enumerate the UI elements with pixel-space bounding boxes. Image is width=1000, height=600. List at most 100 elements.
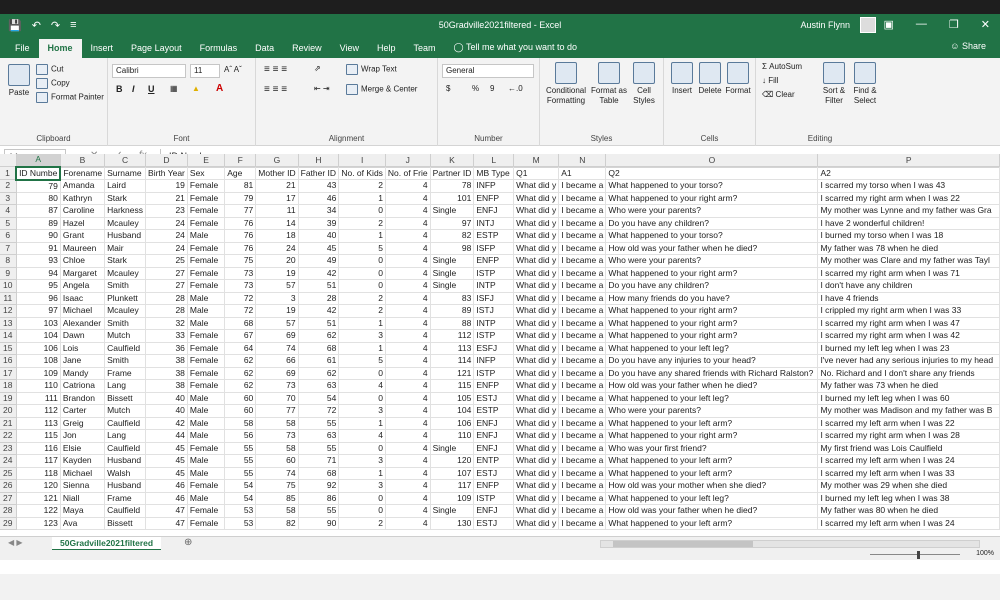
close-icon[interactable]: ✕ — [981, 18, 990, 31]
cell[interactable]: ISTP — [473, 492, 515, 505]
cell[interactable]: 110 — [16, 379, 61, 393]
cell[interactable]: Caulfield — [104, 417, 147, 430]
autosum-button[interactable]: Σ AutoSum — [762, 62, 802, 71]
tab-home[interactable]: Home — [38, 39, 82, 58]
cell[interactable]: 28 — [145, 292, 188, 305]
cell[interactable]: 40 — [145, 404, 188, 418]
cell[interactable]: 80 — [16, 192, 61, 205]
cell[interactable]: 58 — [255, 442, 299, 455]
cell[interactable]: 46 — [298, 192, 340, 205]
cell[interactable]: I became a — [558, 292, 607, 305]
cell[interactable]: I became a — [558, 179, 607, 193]
cell[interactable]: Michael — [60, 304, 106, 318]
cell[interactable]: What did y — [513, 229, 560, 243]
cell[interactable]: 112 — [430, 329, 475, 343]
cell[interactable]: Kayden — [60, 454, 106, 468]
cell[interactable]: 1 — [338, 229, 386, 243]
top-align-icon[interactable]: ≡ ≡ ≡ — [264, 64, 287, 75]
grow-font-icon[interactable]: Aˆ Aˇ — [224, 65, 242, 74]
number-format-select[interactable]: General — [442, 64, 534, 78]
cell[interactable]: I became a — [558, 279, 607, 293]
cell[interactable]: 63 — [298, 429, 340, 443]
cell[interactable]: 73 — [224, 267, 257, 280]
cell[interactable]: 47 — [145, 517, 188, 530]
cell[interactable]: What did y — [513, 204, 560, 218]
row-header[interactable]: 21 — [0, 417, 17, 430]
format-cells-button[interactable]: Format — [724, 62, 752, 95]
cell[interactable]: 97 — [430, 217, 475, 230]
cell[interactable]: 40 — [298, 229, 340, 243]
cell[interactable]: ISTJ — [473, 304, 515, 318]
cell[interactable]: 62 — [224, 367, 257, 380]
cell[interactable]: Husband — [104, 229, 147, 243]
cell[interactable]: Male — [187, 292, 226, 305]
cell[interactable]: 85 — [255, 492, 299, 505]
cell[interactable]: 42 — [298, 304, 340, 318]
cell[interactable]: I became a — [558, 504, 607, 518]
cell[interactable]: 82 — [430, 229, 475, 243]
cell[interactable]: 53 — [224, 504, 257, 518]
cell[interactable]: 76 — [224, 217, 257, 230]
cell[interactable]: Caroline — [60, 204, 106, 218]
cell[interactable]: Q1 — [513, 166, 560, 180]
format-painter-button[interactable]: Format Painter — [36, 92, 104, 103]
cell[interactable]: 101 — [430, 192, 475, 205]
cell[interactable]: 4 — [385, 242, 431, 255]
cell[interactable]: 97 — [16, 304, 61, 318]
cell[interactable]: 3 — [338, 454, 386, 468]
cell[interactable]: How old was your father when he died? — [605, 504, 819, 518]
clear-button[interactable]: ⌫ Clear — [762, 90, 795, 99]
fill-button[interactable]: ↓ Fill — [762, 76, 778, 85]
cell[interactable]: Husband — [104, 454, 147, 468]
cell[interactable]: 2 — [338, 304, 386, 318]
conditional-formatting-button[interactable]: Conditional Formatting — [544, 62, 588, 106]
cell[interactable]: Male — [187, 492, 226, 505]
tab-team[interactable]: Team — [405, 43, 445, 58]
cell[interactable]: ENFJ — [473, 204, 515, 218]
cell[interactable]: What happened to your right arm? — [605, 317, 819, 330]
cell[interactable]: What did y — [513, 442, 560, 455]
cell[interactable]: 76 — [224, 242, 257, 255]
cell[interactable]: 1 — [338, 417, 386, 430]
cell[interactable]: 4 — [385, 329, 431, 343]
cell[interactable]: ENFJ — [473, 504, 515, 518]
cell[interactable]: My father was 78 when he died — [817, 242, 1000, 255]
cell[interactable]: Lang — [104, 379, 147, 393]
cell[interactable]: Female — [187, 179, 226, 193]
cell[interactable]: Carter — [60, 404, 106, 418]
cell[interactable]: What happened to your left leg? — [605, 392, 819, 405]
cell[interactable]: Who were your parents? — [605, 404, 819, 418]
cell[interactable]: 113 — [16, 417, 61, 430]
row-header[interactable]: 3 — [0, 192, 17, 205]
cell[interactable]: 5 — [338, 354, 386, 368]
cell[interactable]: Male — [187, 467, 226, 480]
cell[interactable]: 2 — [338, 517, 386, 530]
cell[interactable]: 4 — [385, 229, 431, 243]
cell[interactable]: 120 — [16, 479, 61, 493]
cell[interactable]: 56 — [224, 429, 257, 443]
cell[interactable]: What did y — [513, 267, 560, 280]
cell[interactable]: ISTP — [473, 267, 515, 280]
cell[interactable]: I became a — [558, 342, 607, 355]
cell[interactable]: 4 — [385, 304, 431, 318]
cell[interactable]: Age — [224, 166, 257, 180]
cell[interactable]: Female — [187, 279, 226, 293]
cell[interactable]: 45 — [145, 467, 188, 480]
cell[interactable]: 75 — [255, 479, 299, 493]
cell[interactable]: I became a — [558, 417, 607, 430]
cell[interactable]: I became a — [558, 367, 607, 380]
cell[interactable]: No. Richard and I don't share any friend… — [817, 367, 1000, 380]
cell[interactable]: I burned my left leg when I was 23 — [817, 342, 1000, 355]
cell[interactable]: 130 — [430, 517, 475, 530]
cell[interactable]: 42 — [145, 417, 188, 430]
cell[interactable]: Smith — [104, 317, 147, 330]
cell[interactable]: I scarred my right arm when I was 22 — [817, 192, 1000, 205]
cell[interactable]: 104 — [16, 329, 61, 343]
cell[interactable]: 27 — [145, 279, 188, 293]
comma-button[interactable]: 9 — [490, 84, 494, 93]
cell[interactable]: ESTJ — [473, 392, 515, 405]
cell[interactable]: Mcauley — [104, 217, 147, 230]
cell[interactable]: 3 — [338, 329, 386, 343]
cell[interactable]: What happened to your right arm? — [605, 267, 819, 280]
cell[interactable]: INTJ — [473, 217, 515, 230]
